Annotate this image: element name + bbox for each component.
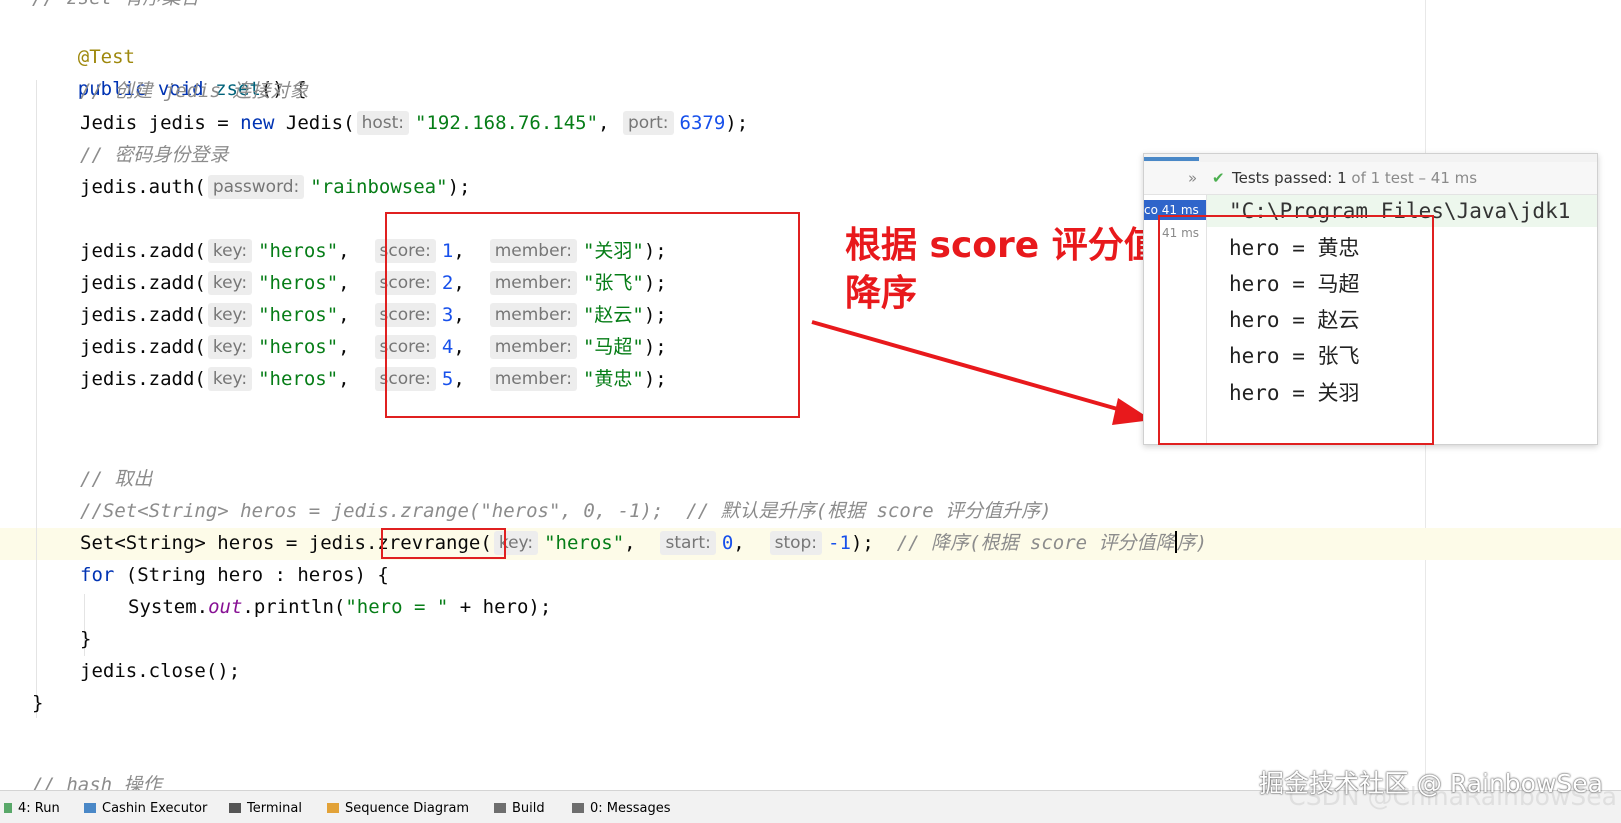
status-count: 1: [1337, 169, 1347, 187]
param-hint-key: key:: [207, 271, 253, 295]
keyword-for: for: [80, 564, 115, 586]
tool-window-label: 4: Run: [18, 801, 60, 816]
string-key: "heros": [258, 336, 339, 358]
status-label: Tests passed:: [1232, 169, 1333, 187]
code-line-close: jedis.close();: [80, 660, 241, 682]
number-start: 0: [721, 532, 734, 554]
tool-window-sequence-diagram[interactable]: Sequence Diagram: [327, 799, 469, 819]
tool-window-build[interactable]: Build: [494, 799, 545, 819]
code-text: );: [850, 532, 874, 554]
expand-chevron-icon[interactable]: »: [1188, 162, 1197, 194]
string-host: "192.168.76.145": [415, 112, 599, 134]
code-text: (String hero : heros) {: [114, 564, 389, 586]
highlight-box-zadd: [385, 212, 800, 418]
code-text: Set<String> heros = jedis: [80, 532, 366, 554]
tool-window-run[interactable]: 4: Run: [4, 799, 60, 819]
comment-zrange: //Set<String> heros = jedis.zrange("hero…: [80, 500, 1052, 522]
terminal-icon: [229, 803, 241, 813]
param-hint-stop: stop:: [769, 531, 823, 555]
string-key: "heros": [544, 532, 625, 554]
code-line-auth: jedis.auth(password: "rainbowsea");: [80, 172, 470, 202]
code-line-partial-bottom: // hash 操作: [32, 774, 162, 790]
code-text: );: [447, 176, 471, 198]
watermark: 掘金技术社区 @ RainbowSea: [1258, 769, 1603, 798]
code-line-method: public void zset() {: [32, 44, 307, 100]
code-text: jedis.auth(: [80, 176, 206, 198]
code-line-end-brace: }: [32, 692, 44, 714]
tool-window-label: Terminal: [247, 801, 302, 816]
keyword-new: new: [240, 112, 275, 134]
comment-desc-part: 序): [1176, 532, 1208, 554]
code-line-zrevrange: Set<String> heros = jedis.zrevrange(key:…: [80, 531, 1208, 555]
code-line-annotation: @Test: [32, 12, 135, 68]
code-text: ,: [598, 112, 610, 134]
code-text: jedis.zadd(: [80, 304, 206, 326]
code-text: jedis.zadd(: [80, 336, 206, 358]
param-hint-key: key:: [207, 239, 253, 263]
number-port: 6379: [679, 112, 726, 134]
param-hint-host: host:: [356, 111, 409, 135]
active-tab-indicator: [1144, 157, 1199, 161]
string-key: "heros": [258, 304, 339, 326]
tests-status-text: Tests passed: 1 of 1 test – 41 ms: [1232, 162, 1477, 194]
code-line-jedis-new: Jedis jedis = new Jedis(host: "192.168.76…: [80, 108, 748, 138]
code-text: .println(: [242, 596, 346, 618]
run-icon: [4, 803, 12, 813]
indent-guide: [36, 80, 37, 718]
string-key: "heros": [258, 240, 339, 262]
tool-window-label: Sequence Diagram: [345, 801, 470, 816]
messages-icon: [572, 803, 584, 813]
tests-status-bar: » ✔ Tests passed: 1 of 1 test – 41 ms: [1144, 162, 1597, 195]
field-out: out: [208, 596, 243, 618]
param-hint-key: key:: [207, 367, 253, 391]
tool-window-messages[interactable]: 0: Messages: [572, 799, 671, 819]
executor-icon: [84, 803, 96, 813]
code-line-close-brace: }: [80, 628, 92, 650]
param-hint-key: key:: [207, 303, 253, 327]
highlight-box-zrevrange: [381, 528, 506, 559]
code-text: System.: [128, 596, 209, 618]
build-icon: [494, 803, 506, 813]
param-hint-start: start:: [660, 531, 716, 555]
string-key: "heros": [258, 368, 339, 390]
code-text: jedis.zadd(: [80, 240, 206, 262]
number-stop: -1: [828, 532, 851, 554]
string-hero: "hero = ": [345, 596, 449, 618]
comment-create: // 创建 jedis 连接对象: [80, 80, 309, 102]
string-password: "rainbowsea": [310, 176, 448, 198]
code-text: Jedis jedis =: [80, 112, 241, 134]
sequence-diagram-icon: [327, 803, 339, 813]
code-line-println: System.out.println("hero = " + hero);: [128, 592, 551, 622]
annotation-label: 根据 score 评分值 降序: [845, 222, 1175, 318]
code-text: Jedis(: [274, 112, 355, 134]
comment-desc: // 降序(根据 score 评分值降 序): [896, 531, 1208, 554]
comment-fetch: // 取出: [80, 468, 153, 490]
code-text: jedis.zadd(: [80, 272, 206, 294]
status-detail: of 1 test – 41 ms: [1351, 169, 1478, 187]
tool-window-label: 0: Messages: [590, 801, 671, 816]
comment-auth: // 密码身份登录: [80, 144, 229, 166]
annotation-line: 根据 score 评分值: [845, 225, 1160, 266]
highlight-box-output: [1158, 215, 1434, 445]
annotation-line: 降序: [845, 273, 918, 314]
param-hint-password: password:: [207, 175, 305, 199]
comment-desc-part: // 降序(根据 score 评分值降: [896, 532, 1175, 554]
code-text: + hero);: [448, 596, 552, 618]
param-hint-port: port:: [622, 111, 674, 135]
code-text: );: [725, 112, 749, 134]
tool-window-cashin-executor[interactable]: Cashin Executor: [84, 799, 207, 819]
code-text: jedis.zadd(: [80, 368, 206, 390]
param-hint-key: key:: [207, 335, 253, 359]
check-icon: ✔: [1212, 169, 1225, 187]
string-key: "heros": [258, 272, 339, 294]
tool-window-label: Cashin Executor: [102, 801, 208, 816]
tool-window-terminal[interactable]: Terminal: [229, 799, 302, 819]
tool-window-label: Build: [512, 801, 545, 816]
code-line-for: for (String hero : heros) {: [80, 560, 389, 590]
